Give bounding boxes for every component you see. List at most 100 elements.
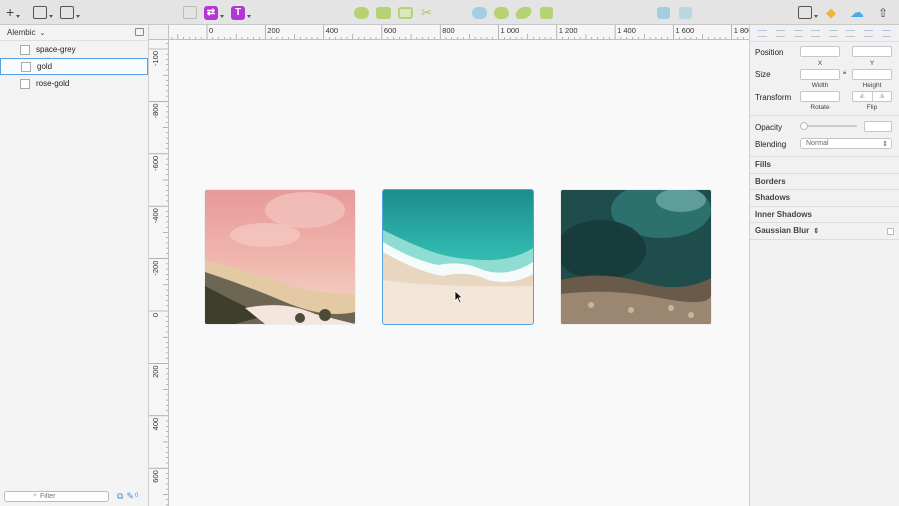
backward-icon — [679, 6, 692, 19]
sketch-button[interactable]: ◆ — [826, 5, 836, 20]
scale-icon — [513, 6, 534, 19]
blending-label: Blending — [755, 140, 787, 149]
space-grey-image — [561, 190, 711, 324]
section-shadows[interactable]: Shadows — [750, 189, 899, 205]
cloud-icon: ☁ — [850, 4, 864, 20]
forward-button[interactable] — [657, 5, 670, 20]
flip-horizontal-icon[interactable]: ◭ — [853, 92, 873, 101]
blur-checkbox[interactable] — [887, 228, 894, 235]
blending-select[interactable]: Normal ⇕ — [800, 138, 892, 149]
cloud-button[interactable]: ☁ — [850, 4, 864, 20]
section-fills[interactable]: Fills — [750, 156, 899, 172]
subtract-button[interactable] — [376, 5, 391, 20]
artboard-space-grey[interactable] — [561, 190, 711, 324]
align-left-icon[interactable] — [758, 29, 768, 37]
size-label: Size — [755, 70, 771, 79]
share-button[interactable]: ⇧ — [878, 5, 888, 20]
section-gaussian-blur[interactable]: Gaussian Blur ⇕ — [750, 222, 899, 238]
opacity-slider[interactable] — [800, 122, 857, 130]
flatten-button[interactable] — [540, 5, 553, 20]
layer-gold[interactable]: gold — [0, 58, 148, 75]
collapse-panel-icon[interactable] — [135, 28, 144, 36]
group-button[interactable] — [33, 5, 53, 20]
ruler-label: -100 — [151, 51, 160, 66]
align-h-icon[interactable] — [811, 29, 821, 37]
layer-rose-gold[interactable]: rose-gold — [0, 75, 148, 92]
share-icon: ⇧ — [878, 5, 889, 20]
transform-label: Transform — [755, 93, 792, 102]
text-tool-button[interactable]: T — [231, 5, 251, 20]
align-middle-icon[interactable] — [846, 29, 856, 37]
ruler-label: 0 — [209, 26, 213, 35]
artboard-rose-gold[interactable] — [205, 190, 355, 324]
create-symbol-button[interactable] — [60, 5, 80, 20]
backward-button[interactable] — [679, 5, 692, 20]
section-borders[interactable]: Borders — [750, 173, 899, 189]
position-y-input[interactable] — [852, 46, 892, 57]
intersect-icon — [398, 6, 413, 19]
position-label: Position — [755, 48, 784, 57]
page-name: Alembic — [7, 28, 36, 37]
alignment-toolbar — [750, 25, 899, 42]
position-x-input[interactable] — [800, 46, 840, 57]
vertical-ruler[interactable]: -100 -800 -600 -400 -200 0 200 400 600 — [149, 40, 169, 506]
scale-button[interactable] — [513, 5, 534, 20]
mask-button[interactable] — [494, 5, 509, 20]
search-icon: ⌕ — [33, 492, 37, 499]
flip-vertical-icon[interactable]: ◮ — [873, 92, 892, 101]
align-right-icon[interactable] — [793, 29, 803, 37]
artboard-icon — [20, 78, 30, 89]
canvas[interactable] — [169, 40, 749, 506]
ruler-corner — [149, 25, 169, 40]
rotate-input[interactable] — [800, 91, 840, 102]
filter-input[interactable] — [39, 492, 80, 500]
align-center-icon[interactable] — [775, 29, 785, 37]
align-v-icon[interactable] — [881, 29, 891, 37]
section-label: Inner Shadows — [755, 210, 812, 219]
width-label: Width — [811, 82, 829, 89]
sidebar-footer: ⌕ ⧉ ✎ 0 — [0, 486, 149, 506]
symbol-tool-button[interactable]: ⇄ — [204, 5, 224, 20]
ruler-label: 600 — [384, 26, 397, 35]
opacity-slider-thumb[interactable] — [800, 122, 808, 130]
insert-button[interactable]: + — [6, 4, 21, 20]
intersect-button[interactable] — [398, 5, 413, 20]
edit-button[interactable] — [183, 5, 197, 20]
edit-icon — [183, 6, 197, 19]
height-input[interactable] — [852, 69, 892, 80]
flip-label: Flip — [866, 104, 878, 111]
layer-space-grey[interactable]: space-grey — [0, 41, 148, 58]
stepper-icon: ⇕ — [813, 227, 820, 235]
width-input[interactable] — [800, 69, 840, 80]
scissors-button[interactable]: ✂ — [421, 5, 432, 20]
filter-field[interactable]: ⌕ — [4, 490, 109, 502]
horizontal-ruler-ticks: 0 200 400 600 800 1 000 1 200 1 400 1 600 1 800 — [171, 25, 749, 39]
subtract-icon — [376, 6, 391, 19]
layer-name: space-grey — [36, 45, 76, 54]
plus-icon: + — [6, 4, 15, 20]
section-inner-shadows[interactable]: Inner Shadows — [750, 206, 899, 222]
opacity-label: Opacity — [755, 123, 783, 132]
frame-icon — [33, 6, 47, 19]
view-button[interactable] — [798, 5, 818, 20]
mouse-cursor-icon — [454, 290, 464, 304]
union-button[interactable] — [354, 5, 369, 20]
symbol-tool-icon: ⇄ — [204, 5, 218, 20]
align-bottom-icon[interactable] — [864, 29, 874, 37]
pencil-icon[interactable]: ✎ — [126, 491, 134, 502]
opacity-input[interactable] — [864, 121, 892, 132]
height-label: Height — [862, 82, 882, 89]
page-selector[interactable]: Alembic ⌄ — [0, 25, 148, 41]
toolbar: + ⇄ T ✂ ◆ ☁ ⇧ — [0, 0, 899, 25]
horizontal-ruler[interactable]: 0 200 400 600 800 1 000 1 200 1 400 1 600 1 800 — [169, 25, 749, 40]
rotate-button[interactable] — [472, 5, 487, 20]
lock-icon[interactable]: 🔒︎ — [843, 70, 846, 77]
stepper-icon: ⇕ — [882, 140, 888, 148]
align-top-icon[interactable] — [828, 29, 838, 37]
ruler-label: 200 — [151, 365, 160, 378]
copy-icon[interactable]: ⧉ — [117, 491, 123, 502]
layer-name: rose-gold — [36, 79, 70, 88]
flip-control[interactable]: ◭ ◮ — [852, 91, 892, 102]
inspector-panel: Position X Y Size 🔒︎ Width Height Transf… — [749, 25, 899, 506]
scissors-icon: ✂ — [421, 4, 432, 20]
